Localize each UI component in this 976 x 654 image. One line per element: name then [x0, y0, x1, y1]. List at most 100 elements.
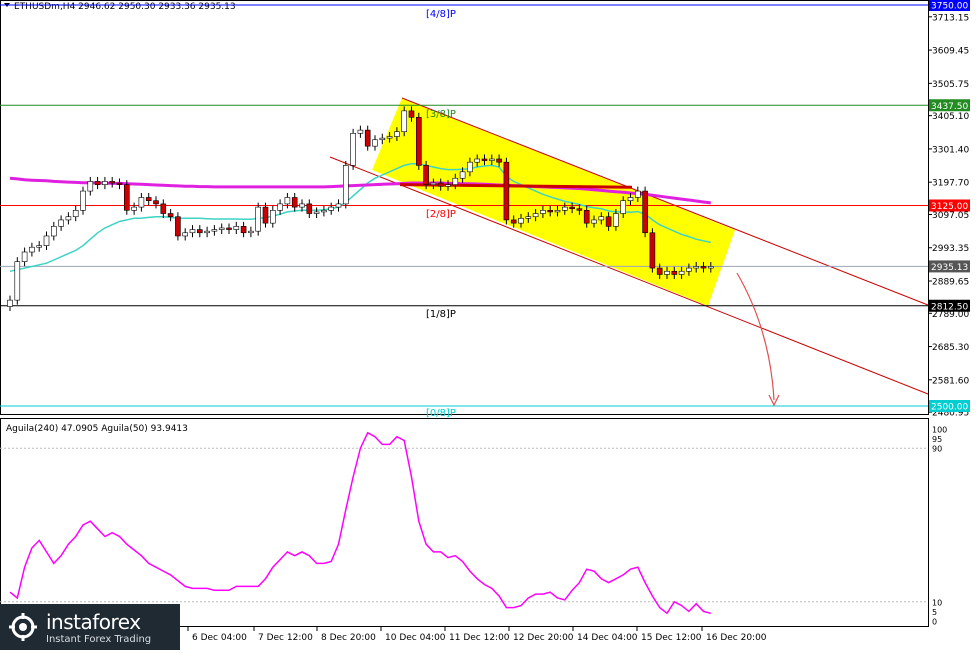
y-tick-label: 3197.70 — [932, 179, 969, 189]
symbol-header: ETHUSDm,H4 2946.62 2950.30 2933.36 2935.… — [14, 2, 236, 12]
y-tick-label: 3097.05 — [932, 211, 969, 221]
candle-body — [284, 197, 291, 205]
candle-body — [707, 266, 714, 269]
x-tick-label: 6 Dec 04:00 — [192, 633, 247, 643]
murrey-1-8-label: [1/8]P — [426, 309, 456, 320]
candle-body — [547, 210, 554, 213]
candle-body — [357, 129, 364, 134]
candle-body — [671, 270, 678, 275]
candle-body — [452, 177, 459, 185]
candle-body — [87, 181, 94, 192]
candle-body — [664, 270, 670, 275]
candle-body — [50, 226, 57, 237]
price-chart[interactable]: ETHUSDm,H4 2946.62 2950.30 2933.36 2935.… — [0, 0, 976, 650]
candle-body — [401, 110, 408, 133]
candle-body — [138, 197, 145, 208]
candle-body — [321, 210, 327, 213]
candle-body — [124, 184, 130, 211]
candle-body — [189, 229, 196, 234]
y-tick-label: 3301.40 — [932, 145, 969, 155]
candle-body — [540, 210, 546, 214]
candle-body — [423, 165, 429, 185]
oscillator-level-label: 100 — [932, 426, 947, 435]
candle-body — [248, 230, 254, 234]
price-label-text: 2500.00 — [931, 403, 968, 413]
y-tick-label: 2581.60 — [932, 376, 969, 386]
indicator-label: Aguila(240) 47.0905 Aguila(50) 93.9413 — [6, 424, 188, 434]
candle-body — [583, 210, 590, 224]
candle-body — [94, 181, 101, 185]
candle-body — [379, 137, 386, 141]
candle-body — [620, 200, 627, 214]
candle-body — [364, 129, 371, 147]
price-label-text: 3750.00 — [931, 2, 968, 12]
x-tick-label: 16 Dec 20:00 — [706, 633, 767, 643]
candle-body — [255, 206, 261, 232]
candle-body — [656, 267, 663, 275]
candle-body — [211, 229, 218, 232]
candle-body — [467, 161, 473, 173]
y-tick-label: 2685.30 — [932, 343, 969, 353]
oscillator-line — [9, 431, 711, 615]
trend-channel-fill — [372, 98, 735, 306]
candle-body — [372, 139, 378, 147]
forecast-arrow — [736, 272, 775, 401]
y-tick-label: 3505.75 — [932, 80, 969, 90]
candle-body — [591, 219, 597, 224]
candle-body — [627, 197, 634, 201]
candle-body — [167, 213, 174, 218]
candle-body — [182, 232, 188, 237]
y-tick-label: 3713.15 — [932, 13, 969, 23]
candle-body — [503, 161, 510, 221]
candle-body — [605, 216, 612, 227]
candle-body — [226, 227, 232, 230]
x-tick-label: 7 Dec 12:00 — [258, 633, 313, 643]
x-tick-label: 10 Dec 04:00 — [385, 633, 446, 643]
candle-body — [43, 235, 50, 246]
indicator-panel-frame — [0, 418, 929, 627]
oscillator-level-label: 90 — [932, 445, 942, 454]
candle-body — [102, 181, 108, 185]
price-label-text: 2935.13 — [931, 263, 968, 273]
candle-body — [386, 136, 393, 139]
candle-body — [510, 219, 517, 224]
oscillator-level-label: 95 — [932, 435, 942, 444]
candle-body — [561, 206, 568, 211]
price-label-text: 3437.50 — [931, 102, 968, 112]
candle-body — [430, 182, 437, 185]
candle-body — [277, 203, 283, 211]
candle-body — [291, 197, 298, 208]
candle-body — [474, 158, 481, 163]
candle-body — [29, 246, 35, 253]
candle-body — [415, 116, 422, 166]
candle-body — [109, 181, 115, 184]
candle-body — [525, 216, 532, 219]
y-tick-label: 2993.35 — [932, 244, 969, 254]
candle-body — [328, 206, 335, 211]
murrey-3-8-label: [3/8]P — [426, 109, 456, 120]
candle-body — [240, 226, 247, 234]
candle-body — [576, 208, 583, 211]
candle-body — [394, 131, 400, 137]
x-tick-label: 14 Dec 04:00 — [577, 633, 638, 643]
oscillator-level-label: 0 — [932, 618, 937, 627]
x-tick-label: 8 Dec 20:00 — [321, 633, 376, 643]
candle-body — [7, 299, 13, 307]
candle-body — [481, 158, 488, 161]
murrey-0-8-label: [0/8]P — [426, 408, 456, 419]
oscillator-level-label: 10 — [932, 598, 942, 607]
candle-body — [342, 165, 349, 205]
candle-body — [269, 210, 276, 224]
candle-body — [21, 251, 28, 262]
candle-body — [72, 210, 79, 218]
candle-body — [197, 229, 203, 234]
instaforex-logo-icon — [9, 613, 37, 641]
price-label-text: 3125.00 — [931, 202, 968, 212]
candle-body — [686, 267, 692, 272]
candle-body — [14, 261, 21, 301]
candle-body — [613, 213, 619, 227]
candle-body — [262, 206, 269, 224]
candle-body — [160, 203, 167, 214]
candle-body — [488, 158, 495, 161]
candle-body — [335, 203, 342, 208]
